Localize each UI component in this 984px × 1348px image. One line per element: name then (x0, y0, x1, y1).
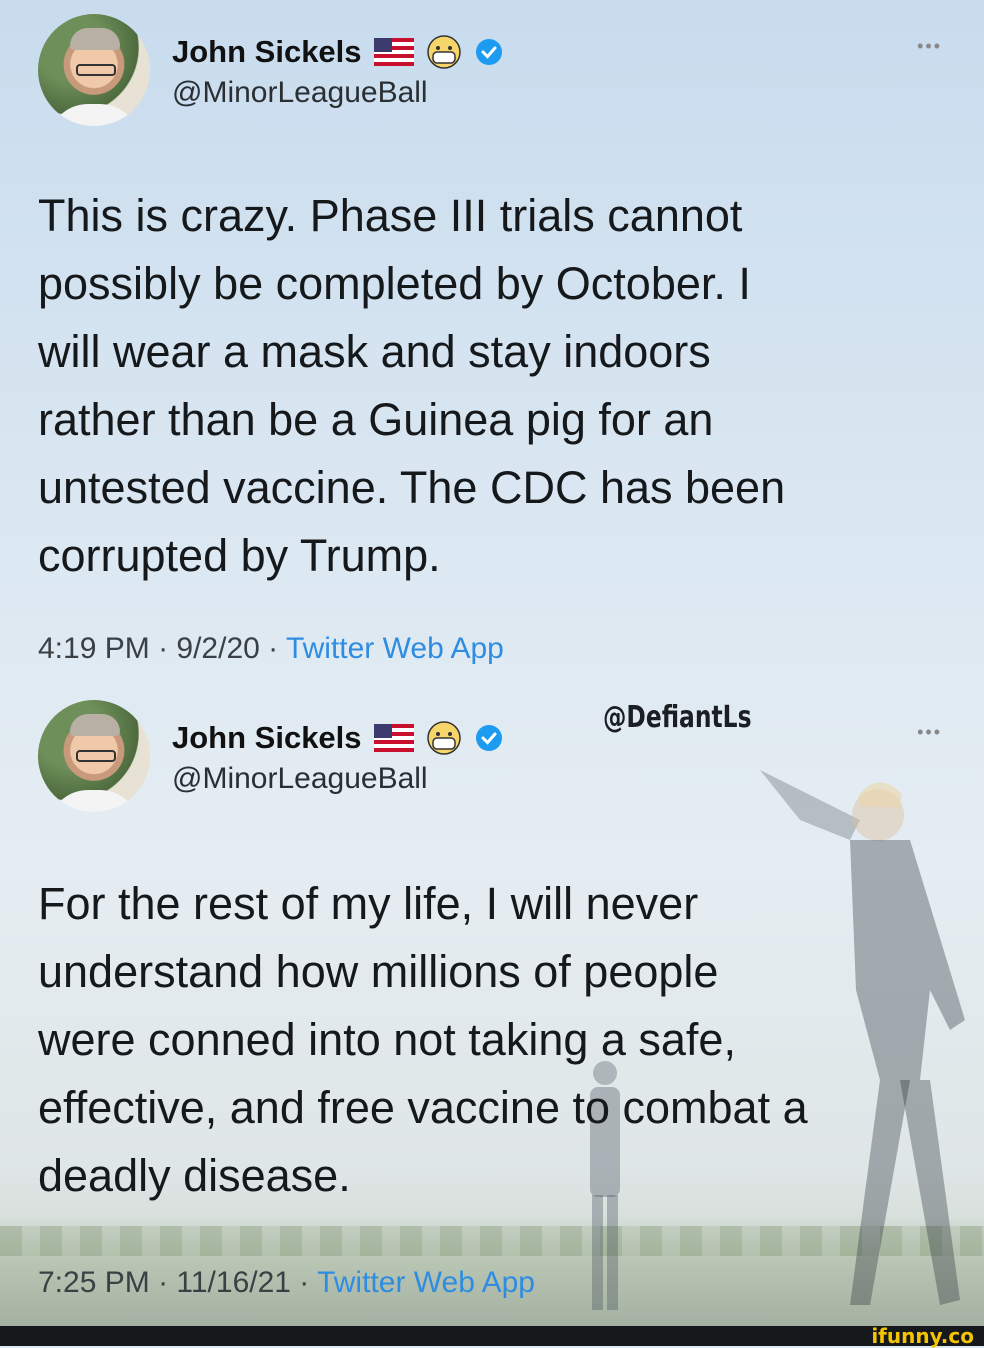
verified-badge-icon (475, 39, 502, 65)
tweet-source[interactable]: Twitter Web App (317, 1266, 535, 1299)
tweet-date[interactable]: 11/16/21 (176, 1266, 291, 1299)
display-name[interactable]: John Sickels (172, 34, 362, 70)
tweet-time[interactable]: 7:25 PM (38, 1266, 150, 1299)
username[interactable]: @MinorLeagueBall (172, 762, 428, 796)
avatar[interactable] (38, 700, 150, 812)
face-with-mask-icon (426, 721, 461, 755)
footer-bar: ifunny.co (0, 1324, 984, 1348)
username[interactable]: @MinorLeagueBall (172, 76, 428, 110)
avatar[interactable] (38, 14, 150, 126)
name-row: John Sickels (172, 720, 504, 756)
tweet-source[interactable]: Twitter Web App (286, 632, 504, 665)
tweet-text: This is crazy. Phase III trials cannot p… (38, 190, 786, 581)
face-with-mask-icon (426, 35, 461, 69)
tweet-meta: 4:19 PM · 9/2/20 · Twitter Web App (38, 632, 504, 665)
display-name[interactable]: John Sickels (172, 720, 362, 756)
tweet-meta: 7:25 PM · 11/16/21 · Twitter Web App (38, 1266, 535, 1299)
more-options-icon[interactable]: ••• (917, 722, 942, 743)
us-flag-icon (373, 724, 414, 752)
tweet-date[interactable]: 9/2/20 (176, 632, 259, 665)
verified-badge-icon (475, 725, 502, 751)
overlay-credit: @DefiantLs (603, 700, 752, 735)
tweet-text: For the rest of my life, I will never un… (38, 878, 808, 1201)
tweet-time[interactable]: 4:19 PM (38, 632, 150, 665)
ifunny-watermark: ifunny.co (871, 1324, 974, 1348)
name-row: John Sickels (172, 34, 504, 70)
more-options-icon[interactable]: ••• (917, 36, 942, 57)
us-flag-icon (373, 38, 414, 66)
